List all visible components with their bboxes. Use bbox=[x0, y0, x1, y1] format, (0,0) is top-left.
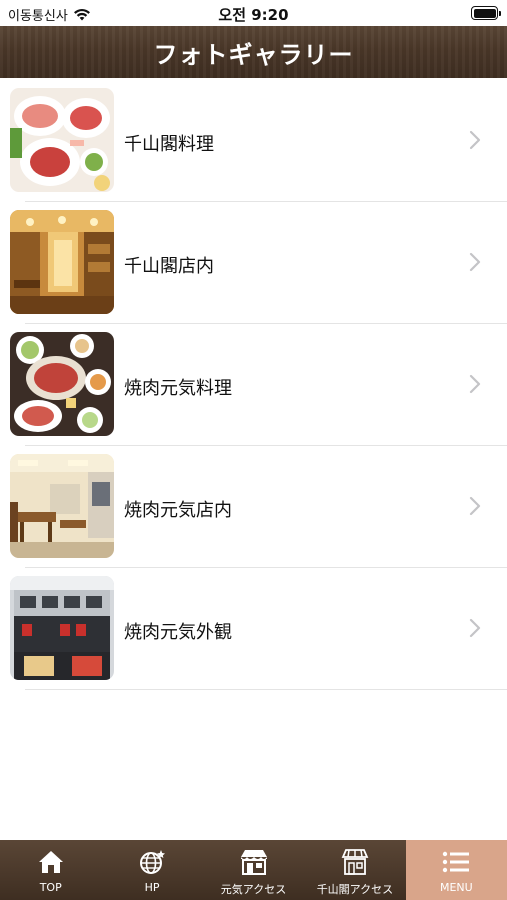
tab-senzankaku-access[interactable]: 千山閣アクセス bbox=[304, 840, 405, 900]
chevron-right-icon bbox=[469, 374, 481, 394]
thumbnail-yakiniku-spread bbox=[10, 332, 114, 436]
tab-genki-access[interactable]: 元気アクセス bbox=[203, 840, 304, 900]
tab-label: 元気アクセス bbox=[220, 883, 287, 896]
gallery-item-label: 焼肉元気料理 bbox=[124, 378, 232, 399]
gallery-item-genki-cuisine[interactable]: 焼肉元気料理 bbox=[0, 324, 507, 446]
battery-icon bbox=[471, 6, 501, 20]
status-bar: 이동통신사 오전 9:20 bbox=[0, 0, 507, 26]
tab-label: TOP bbox=[39, 881, 62, 894]
gallery-item-label: 千山閣店内 bbox=[124, 256, 214, 277]
tab-top[interactable]: TOP bbox=[0, 840, 101, 900]
thumbnail-dining-room bbox=[10, 454, 114, 558]
thumbnail-restaurant-interior bbox=[10, 210, 114, 314]
chevron-right-icon bbox=[469, 618, 481, 638]
page-title: フォトギャラリー bbox=[153, 40, 354, 69]
gallery-item-label: 焼肉元気外観 bbox=[124, 622, 232, 643]
thumbnail-building-exterior bbox=[10, 576, 114, 680]
menu-icon bbox=[441, 847, 471, 877]
gallery-item-label: 千山閣料理 bbox=[124, 134, 214, 155]
nav-bar: フォトギャラリー bbox=[0, 26, 507, 78]
chevron-right-icon bbox=[469, 496, 481, 516]
thumbnail-food-platter bbox=[10, 88, 114, 192]
gallery-item-genki-interior[interactable]: 焼肉元気店内 bbox=[0, 446, 507, 568]
status-time: 오전 9:20 bbox=[218, 6, 289, 24]
tab-bar: TOP HP 元気アクセス 千山閣アクセス MENU bbox=[0, 840, 507, 900]
tab-menu[interactable]: MENU bbox=[405, 840, 507, 900]
tab-hp[interactable]: HP bbox=[101, 840, 202, 900]
tab-label: 千山閣アクセス bbox=[316, 883, 394, 896]
tab-label: HP bbox=[144, 881, 160, 894]
globe-icon bbox=[137, 847, 167, 877]
shop-icon bbox=[340, 847, 370, 877]
gallery-item-senzankaku-interior[interactable]: 千山閣店内 bbox=[0, 202, 507, 324]
gallery-item-senzankaku-cuisine[interactable]: 千山閣料理 bbox=[0, 80, 507, 202]
gallery-item-label: 焼肉元気店内 bbox=[124, 500, 232, 521]
gallery-list: 千山閣料理 千山閣店内 焼肉元気料理 焼肉元気店内 焼肉元気外観 bbox=[0, 80, 507, 690]
gallery-item-genki-exterior[interactable]: 焼肉元気外観 bbox=[0, 568, 507, 690]
chevron-right-icon bbox=[469, 252, 481, 272]
chevron-right-icon bbox=[469, 130, 481, 150]
tab-label: MENU bbox=[439, 881, 473, 894]
shop-icon bbox=[239, 847, 269, 877]
home-icon bbox=[36, 847, 66, 877]
